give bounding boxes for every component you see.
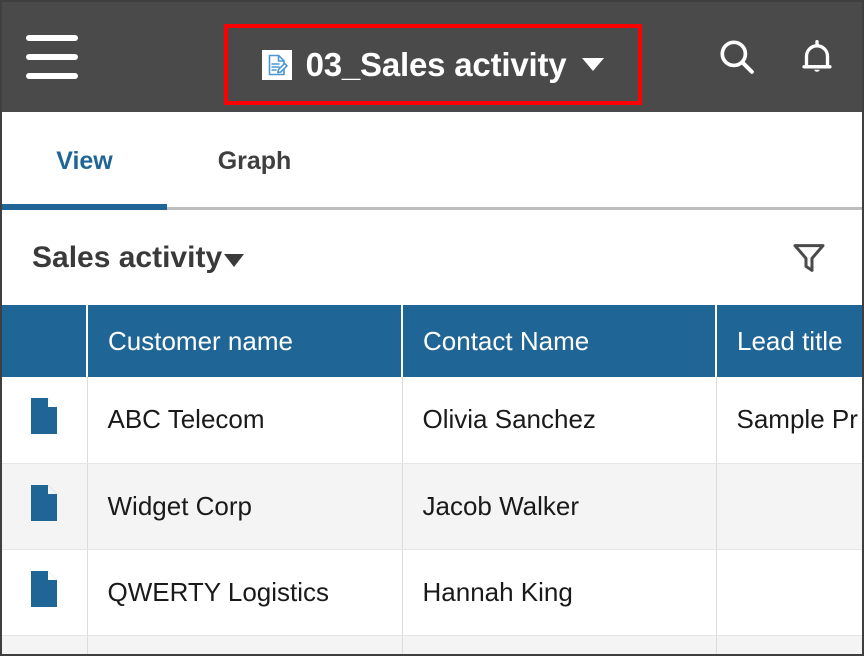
- cell-customer-name[interactable]: [87, 635, 402, 655]
- hamburger-bar: [26, 54, 78, 60]
- app-title-dropdown[interactable]: 03_Sales activity: [262, 46, 605, 84]
- chevron-down-icon: [582, 58, 604, 71]
- tab-graph[interactable]: Graph: [167, 112, 342, 210]
- filter-funnel-icon[interactable]: [786, 235, 832, 281]
- app-title-annotation-box: 03_Sales activity: [224, 24, 642, 105]
- cell-customer-name[interactable]: ABC Telecom: [87, 377, 402, 463]
- table-header-row: Customer name Contact Name Lead title: [2, 305, 864, 377]
- bell-icon[interactable]: [794, 34, 840, 80]
- row-document-icon-cell[interactable]: [2, 549, 87, 635]
- document-icon[interactable]: [29, 484, 59, 522]
- cell-customer-name[interactable]: Widget Corp: [87, 463, 402, 549]
- cell-contact-name: [402, 635, 716, 655]
- column-header-customer-name[interactable]: Customer name: [87, 305, 402, 377]
- view-name-dropdown[interactable]: Sales activity: [32, 241, 244, 275]
- view-selector-bar: Sales activity: [2, 210, 862, 305]
- document-icon[interactable]: [29, 570, 59, 608]
- table-row-partial[interactable]: [2, 635, 864, 655]
- cell-customer-name[interactable]: QWERTY Logistics: [87, 549, 402, 635]
- tab-bar: View Graph: [2, 112, 862, 210]
- column-header-lead-title[interactable]: Lead title: [716, 305, 864, 377]
- app-title-text: 03_Sales activity: [306, 46, 567, 84]
- search-icon[interactable]: [714, 34, 760, 80]
- cell-lead-title[interactable]: [716, 463, 864, 549]
- hamburger-menu-icon[interactable]: [26, 35, 78, 79]
- hamburger-bar: [26, 35, 78, 41]
- column-header-contact-name[interactable]: Contact Name: [402, 305, 716, 377]
- hamburger-bar: [26, 73, 78, 79]
- table-row[interactable]: QWERTY Logistics Hannah King: [2, 549, 864, 635]
- row-document-icon-cell[interactable]: [2, 377, 87, 463]
- app-window: 03_Sales activity View: [0, 0, 864, 656]
- chevron-down-icon: [224, 254, 244, 267]
- column-header-icon[interactable]: [2, 305, 87, 377]
- cell-contact-name: Hannah King: [402, 549, 716, 635]
- row-document-icon-cell[interactable]: [2, 635, 87, 655]
- tab-view[interactable]: View: [2, 112, 167, 210]
- cell-lead-title[interactable]: [716, 635, 864, 655]
- view-name-text: Sales activity: [32, 241, 222, 275]
- app-header-bar: 03_Sales activity: [2, 2, 862, 112]
- document-icon[interactable]: [29, 397, 59, 435]
- app-header-actions: [714, 2, 840, 112]
- document-edit-icon: [262, 50, 292, 80]
- active-tab-indicator: [2, 204, 167, 210]
- cell-contact-name: Olivia Sanchez: [402, 377, 716, 463]
- records-table: Customer name Contact Name Lead title AB…: [2, 305, 864, 655]
- cell-lead-title[interactable]: Sample Pr: [716, 377, 864, 463]
- table-row[interactable]: Widget Corp Jacob Walker: [2, 463, 864, 549]
- row-document-icon-cell[interactable]: [2, 463, 87, 549]
- cell-lead-title[interactable]: [716, 549, 864, 635]
- cell-contact-name: Jacob Walker: [402, 463, 716, 549]
- table-row[interactable]: ABC Telecom Olivia Sanchez Sample Pr: [2, 377, 864, 463]
